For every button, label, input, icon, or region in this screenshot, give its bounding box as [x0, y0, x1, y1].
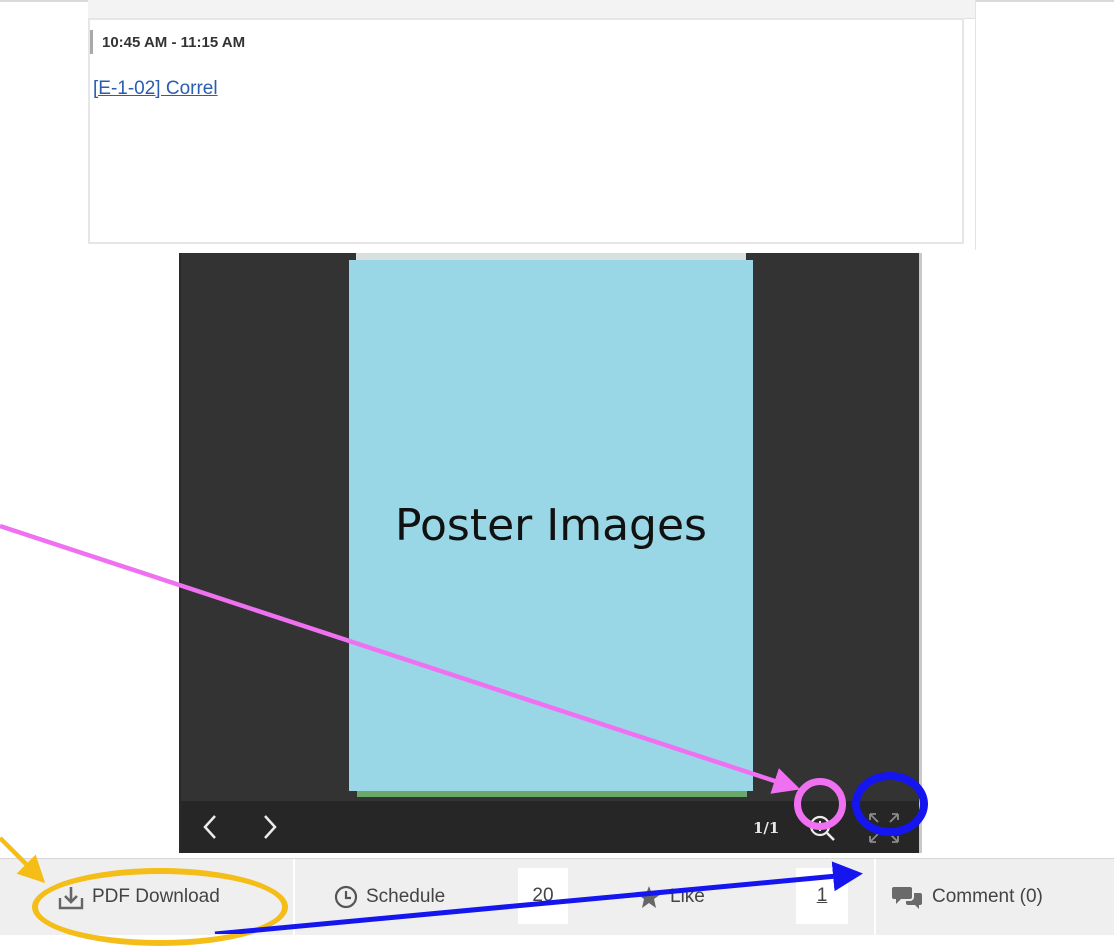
poster-label: Poster Images	[395, 500, 707, 551]
comment-label: Comment (0)	[932, 886, 1043, 907]
zoom-highlight-circle	[794, 778, 846, 830]
schedule-count-value: 20	[532, 885, 554, 906]
like-count-value[interactable]: 1	[817, 885, 828, 907]
page-indicator: 1/1	[753, 819, 780, 837]
poster-top-edge	[356, 253, 746, 260]
session-link[interactable]: [E-1-02] Correl	[93, 78, 218, 100]
panel-right-border	[975, 0, 976, 250]
schedule-panel: 10:45 AM - 11:15 AM [E-1-02] Correl	[88, 0, 976, 250]
pdf-download-highlight-circle	[32, 868, 288, 946]
schedule-button[interactable]: Schedule	[334, 859, 445, 935]
time-slot: 10:45 AM - 11:15 AM	[90, 30, 245, 54]
chevron-left-icon	[203, 815, 216, 839]
session-card: 10:45 AM - 11:15 AM [E-1-02] Correl	[88, 18, 964, 244]
like-button[interactable]: Like	[636, 859, 705, 935]
time-marker	[90, 30, 93, 54]
chevron-right-icon	[264, 815, 277, 839]
time-range: 10:45 AM - 11:15 AM	[102, 33, 246, 51]
divider	[874, 859, 876, 935]
schedule-count: 20	[518, 868, 568, 924]
star-icon	[636, 884, 662, 910]
panel-header-bar	[88, 0, 976, 19]
like-count[interactable]: 1	[796, 868, 848, 924]
schedule-label: Schedule	[366, 886, 446, 907]
previous-page-button[interactable]	[195, 809, 225, 845]
fullscreen-highlight-circle	[852, 772, 928, 836]
poster-bottom-edge	[357, 791, 747, 797]
next-page-button[interactable]	[255, 809, 285, 845]
comment-icon	[892, 884, 924, 910]
like-label: Like	[670, 886, 705, 907]
clock-icon	[334, 885, 358, 909]
poster-image: Poster Images	[349, 260, 753, 791]
comment-button[interactable]: Comment (0)	[892, 859, 1043, 935]
poster-viewer: Poster Images 1/1	[179, 253, 922, 853]
divider	[293, 859, 295, 935]
